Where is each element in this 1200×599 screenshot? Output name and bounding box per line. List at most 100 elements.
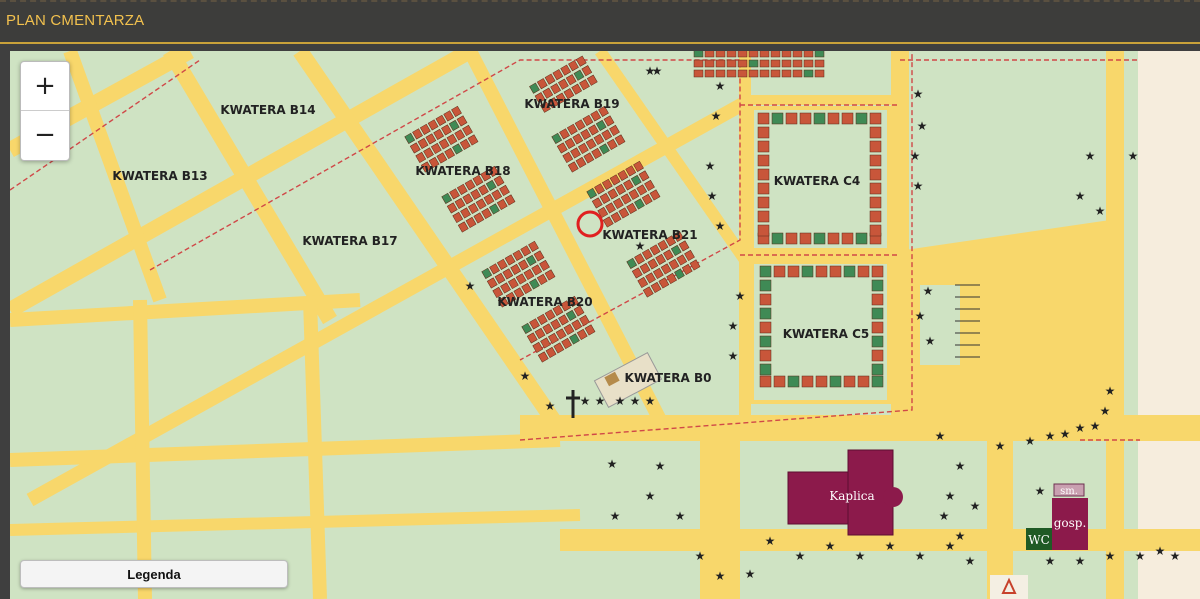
grave[interactable] <box>693 59 704 68</box>
grave[interactable] <box>871 349 884 362</box>
grave[interactable] <box>855 112 868 125</box>
grave[interactable] <box>759 279 772 292</box>
grave[interactable] <box>781 69 792 78</box>
grave[interactable] <box>869 196 882 209</box>
grave[interactable] <box>759 321 772 334</box>
grave[interactable] <box>869 154 882 167</box>
grave[interactable] <box>715 59 726 68</box>
grave[interactable] <box>869 182 882 195</box>
grave[interactable] <box>869 126 882 139</box>
grave[interactable] <box>715 69 726 78</box>
grave[interactable] <box>757 196 770 209</box>
grave[interactable] <box>855 232 868 245</box>
grave[interactable] <box>757 140 770 153</box>
grave[interactable] <box>871 375 884 388</box>
map-viewport[interactable]: Kaplica gosp. WC sm. ★ ★ ★ ★ ★ ★ ★ ★ ★ ★ ★ ★ ★ ★ ★ ★ ★ ★ ★… <box>10 51 1200 599</box>
grave[interactable] <box>693 69 704 78</box>
grave[interactable] <box>759 335 772 348</box>
grave[interactable] <box>757 112 770 125</box>
grave[interactable] <box>871 363 884 376</box>
grave[interactable] <box>871 335 884 348</box>
grave[interactable] <box>759 69 770 78</box>
grave[interactable] <box>799 112 812 125</box>
grave[interactable] <box>693 51 704 58</box>
grave[interactable] <box>757 126 770 139</box>
zoom-in-button[interactable]: + <box>21 62 69 111</box>
grave[interactable] <box>737 51 748 58</box>
grave[interactable] <box>785 112 798 125</box>
grave[interactable] <box>773 265 786 278</box>
grave[interactable] <box>869 210 882 223</box>
grave[interactable] <box>787 375 800 388</box>
grave[interactable] <box>799 232 812 245</box>
grave[interactable] <box>871 321 884 334</box>
grave[interactable] <box>770 59 781 68</box>
grave[interactable] <box>857 375 870 388</box>
grave[interactable] <box>813 232 826 245</box>
grave[interactable] <box>869 168 882 181</box>
grave[interactable] <box>792 51 803 58</box>
grave[interactable] <box>737 59 748 68</box>
grave[interactable] <box>814 51 825 58</box>
grave[interactable] <box>871 279 884 292</box>
grave[interactable] <box>814 59 825 68</box>
grave[interactable] <box>815 265 828 278</box>
grave[interactable] <box>704 51 715 58</box>
grave[interactable] <box>843 375 856 388</box>
grave[interactable] <box>813 112 826 125</box>
grave[interactable] <box>770 69 781 78</box>
grave[interactable] <box>757 168 770 181</box>
grave[interactable] <box>726 51 737 58</box>
grave[interactable] <box>748 51 759 58</box>
grave[interactable] <box>803 69 814 78</box>
grave[interactable] <box>759 265 772 278</box>
grave[interactable] <box>759 375 772 388</box>
grave[interactable] <box>803 51 814 58</box>
grave[interactable] <box>827 112 840 125</box>
grave[interactable] <box>843 265 856 278</box>
grave[interactable] <box>737 69 748 78</box>
grave[interactable] <box>869 224 882 237</box>
grave[interactable] <box>803 59 814 68</box>
grave[interactable] <box>759 293 772 306</box>
grave[interactable] <box>759 51 770 58</box>
grave[interactable] <box>801 265 814 278</box>
grave[interactable] <box>726 59 737 68</box>
grave[interactable] <box>787 265 800 278</box>
grave[interactable] <box>871 293 884 306</box>
grave[interactable] <box>759 363 772 376</box>
grave[interactable] <box>869 112 882 125</box>
grave[interactable] <box>841 112 854 125</box>
grave[interactable] <box>704 69 715 78</box>
grave[interactable] <box>757 154 770 167</box>
grave[interactable] <box>857 265 870 278</box>
grave[interactable] <box>759 59 770 68</box>
grave[interactable] <box>773 375 786 388</box>
grave[interactable] <box>869 140 882 153</box>
grave[interactable] <box>757 210 770 223</box>
grave[interactable] <box>827 232 840 245</box>
grave[interactable] <box>715 51 726 58</box>
zoom-out-button[interactable]: − <box>21 111 69 159</box>
grave[interactable] <box>792 59 803 68</box>
grave[interactable] <box>801 375 814 388</box>
grave[interactable] <box>841 232 854 245</box>
grave[interactable] <box>748 69 759 78</box>
grave[interactable] <box>759 349 772 362</box>
grave[interactable] <box>771 112 784 125</box>
grave[interactable] <box>748 59 759 68</box>
grave[interactable] <box>781 51 792 58</box>
cemetery-map[interactable]: Kaplica gosp. WC sm. ★ ★ ★ ★ ★ ★ ★ ★ ★ ★ ★ ★ ★ ★ ★ ★ ★ ★ ★… <box>10 51 1200 599</box>
grave[interactable] <box>792 69 803 78</box>
grave[interactable] <box>781 59 792 68</box>
grave[interactable] <box>771 232 784 245</box>
grave[interactable] <box>770 51 781 58</box>
grave[interactable] <box>704 59 715 68</box>
grave[interactable] <box>829 265 842 278</box>
grave[interactable] <box>757 182 770 195</box>
legend-button[interactable]: Legenda <box>20 560 288 588</box>
grave[interactable] <box>757 224 770 237</box>
grave[interactable] <box>815 375 828 388</box>
grave[interactable] <box>814 69 825 78</box>
grave[interactable] <box>871 307 884 320</box>
